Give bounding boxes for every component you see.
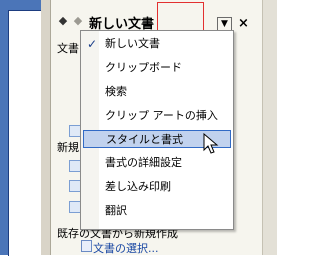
menu-item-label: 書式の詳細設定: [105, 156, 182, 169]
document-area: [0, 0, 50, 256]
select-document-link[interactable]: 文書の選択...: [93, 240, 159, 256]
task-pane-close-button[interactable]: ×: [237, 17, 250, 30]
menu-item-clipboard[interactable]: クリップボード: [83, 59, 231, 77]
document-icon: [81, 240, 92, 252]
menu-item-label: 翻訳: [105, 204, 127, 217]
checkmark-icon: ✓: [87, 37, 98, 51]
menu-item-search[interactable]: 検索: [83, 83, 231, 101]
menu-item-label: クリップ アートの挿入: [105, 109, 218, 122]
menu-item-label: クリップボード: [105, 61, 182, 74]
mouse-pointer-icon: [203, 133, 219, 154]
document-gutter: [41, 0, 50, 255]
scrollbar[interactable]: [262, 0, 277, 255]
menu-item-mail-merge[interactable]: 差し込み印刷: [83, 178, 231, 196]
menu-item-insert-clip-art[interactable]: クリップ アートの挿入: [83, 107, 231, 125]
menu-item-reveal-formatting[interactable]: 書式の詳細設定: [83, 154, 231, 172]
back-arrow-icon[interactable]: ◆: [56, 14, 70, 28]
menu-item-translate[interactable]: 翻訳: [83, 202, 231, 220]
menu-item-label: スタイルと書式: [106, 133, 183, 146]
task-pane-menu: ✓ 新しい文書 クリップボード 検索 クリップ アートの挿入 スタイルと書式 書…: [80, 30, 234, 230]
section-label-document: 文書: [57, 42, 79, 55]
forward-arrow-icon[interactable]: ◆: [71, 14, 85, 28]
menu-item-label: 差し込み印刷: [105, 180, 171, 193]
menu-item-label: 検索: [105, 85, 127, 98]
menu-item-label: 新しい文書: [105, 37, 160, 50]
menu-item-new-document[interactable]: ✓ 新しい文書: [83, 35, 231, 53]
section-label-new: 新規: [57, 141, 79, 154]
